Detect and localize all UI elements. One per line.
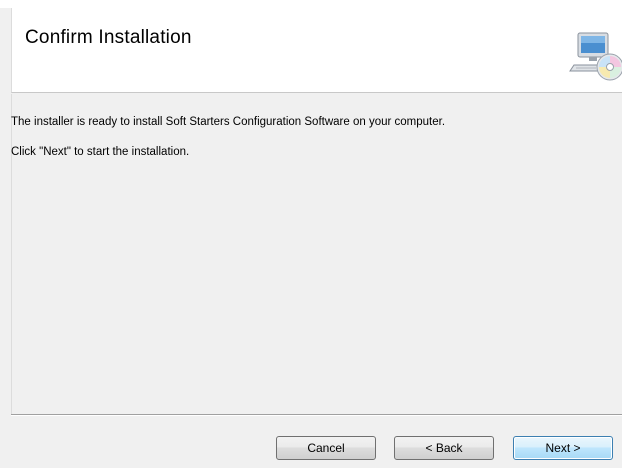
dialog-header: Confirm Installation [11, 8, 622, 93]
installer-dialog: Confirm Installation The installer is re… [0, 0, 622, 468]
dialog-body [11, 94, 622, 414]
button-area-divider-highlight [11, 415, 622, 416]
back-button[interactable]: < Back [394, 436, 494, 460]
computer-cd-install-icon [569, 32, 622, 81]
cancel-button[interactable]: Cancel [276, 436, 376, 460]
next-button[interactable]: Next > [513, 436, 613, 460]
window-top-edge [0, 0, 622, 8]
ready-message: The installer is ready to install Soft S… [11, 116, 446, 128]
dialog-title: Confirm Installation [25, 27, 192, 48]
instruction-message: Click "Next" to start the installation. [11, 146, 190, 158]
